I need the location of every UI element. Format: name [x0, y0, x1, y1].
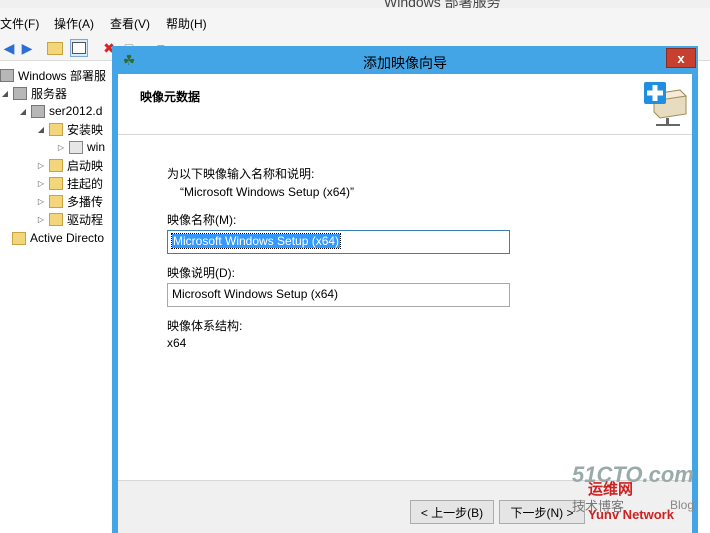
image-description-label: 映像说明(D):: [167, 266, 235, 280]
tree-item-active-directory[interactable]: Active Directo: [12, 229, 104, 247]
expanded-arrow-icon[interactable]: ◢: [18, 107, 28, 116]
window-titlebar: Windows 部署服务: [0, 0, 710, 8]
collapsed-arrow-icon[interactable]: ▷: [56, 143, 66, 152]
console-tree: Windows 部署服 ◢ 服务器 ◢ ser2012.d ◢ 安装映 ▷ wi…: [0, 62, 112, 533]
instruction-text: 为以下映像输入名称和说明:: [167, 167, 315, 181]
image-architecture-value: x64: [167, 336, 187, 350]
tree-item-drivers[interactable]: ▷ 驱动程: [36, 210, 103, 228]
add-image-icon: [644, 82, 688, 126]
collapsed-arrow-icon[interactable]: ▷: [36, 161, 46, 170]
footer-divider: [118, 480, 692, 481]
add-image-wizard: ☘ 添加映像向导 x 映像元数据 为以下映像输入名称和说明: “Microsof…: [112, 46, 698, 533]
collapsed-arrow-icon[interactable]: ▷: [36, 215, 46, 224]
collapsed-arrow-icon[interactable]: ▷: [36, 197, 46, 206]
back-arrow-icon[interactable]: ◀: [0, 39, 18, 57]
source-image-name: “Microsoft Windows Setup (x64)”: [180, 185, 355, 199]
menu-file[interactable]: 文件(F): [0, 15, 39, 32]
expanded-arrow-icon[interactable]: ◢: [36, 125, 46, 134]
tree-item-boot-images[interactable]: ▷ 启动映: [36, 156, 103, 174]
wds-icon: [0, 68, 14, 82]
tree-item-label: 服务器: [31, 86, 68, 101]
tree-item-label: 安装映: [67, 122, 104, 137]
menu-view[interactable]: 查看(V): [110, 15, 150, 32]
collapsed-arrow-icon[interactable]: ▷: [36, 179, 46, 188]
multicast-icon: [49, 194, 63, 208]
folder-icon: [49, 122, 63, 136]
back-button[interactable]: < 上一步(B): [410, 500, 494, 524]
next-button[interactable]: 下一步(N) >: [499, 500, 585, 524]
wizard-titlebar: ☘ 添加映像向导 x: [112, 46, 698, 74]
tree-item-label: 多播传: [67, 194, 104, 209]
image-architecture-label: 映像体系结构:: [167, 319, 243, 333]
image-name-label: 映像名称(M):: [167, 213, 237, 227]
image-description-value: Microsoft Windows Setup (x64): [172, 287, 339, 301]
wizard-client: 映像元数据 为以下映像输入名称和说明: “Microsoft Windows S…: [118, 74, 692, 533]
tree-item-image-group[interactable]: ▷ win: [56, 138, 105, 156]
server-icon: [31, 104, 45, 118]
forward-arrow-icon[interactable]: ▶: [18, 39, 36, 57]
tree-item-label: 启动映: [67, 158, 104, 173]
folder-icon: [49, 212, 63, 226]
menu-help[interactable]: 帮助(H): [166, 15, 207, 32]
tree-item-server[interactable]: ◢ ser2012.d: [18, 102, 102, 120]
image-group-icon: [69, 140, 83, 154]
menu-bar: 文件(F) 操作(A) 查看(V) 帮助(H): [0, 8, 710, 37]
tree-item-label: Windows 部署服: [18, 68, 107, 83]
window-title: Windows 部署服务: [384, 0, 501, 8]
folder-icon: [49, 158, 63, 172]
tree-item-wds-root[interactable]: Windows 部署服: [0, 66, 106, 84]
show-hide-tree-icon[interactable]: [70, 39, 88, 57]
tree-item-label: 驱动程: [67, 212, 104, 227]
tree-item-label: Active Directo: [30, 231, 105, 245]
wizard-content: 为以下映像输入名称和说明: “Microsoft Windows Setup (…: [118, 135, 692, 480]
close-button[interactable]: x: [666, 48, 696, 68]
wizard-title: 添加映像向导: [363, 55, 447, 71]
menu-action[interactable]: 操作(A): [54, 15, 94, 32]
up-folder-icon[interactable]: [46, 39, 64, 57]
active-directory-icon: [12, 231, 26, 245]
tree-item-servers[interactable]: ◢ 服务器: [0, 84, 67, 102]
tree-item-multicast[interactable]: ▷ 多播传: [36, 192, 103, 210]
tree-item-install-images[interactable]: ◢ 安装映: [36, 120, 103, 138]
page-title: 映像元数据: [140, 90, 201, 104]
pending-devices-icon: [49, 176, 63, 190]
image-description-input[interactable]: Microsoft Windows Setup (x64): [167, 283, 510, 307]
expanded-arrow-icon[interactable]: ◢: [0, 89, 10, 98]
tree-item-pending-devices[interactable]: ▷ 挂起的: [36, 174, 103, 192]
wizard-header: 映像元数据: [118, 74, 692, 135]
tree-item-label: 挂起的: [67, 176, 104, 191]
tree-item-label: win: [87, 140, 106, 154]
servers-icon: [13, 86, 27, 100]
tree-item-label: ser2012.d: [49, 104, 103, 118]
image-name-value: Microsoft Windows Setup (x64): [170, 233, 342, 249]
image-name-input[interactable]: Microsoft Windows Setup (x64): [167, 230, 510, 254]
